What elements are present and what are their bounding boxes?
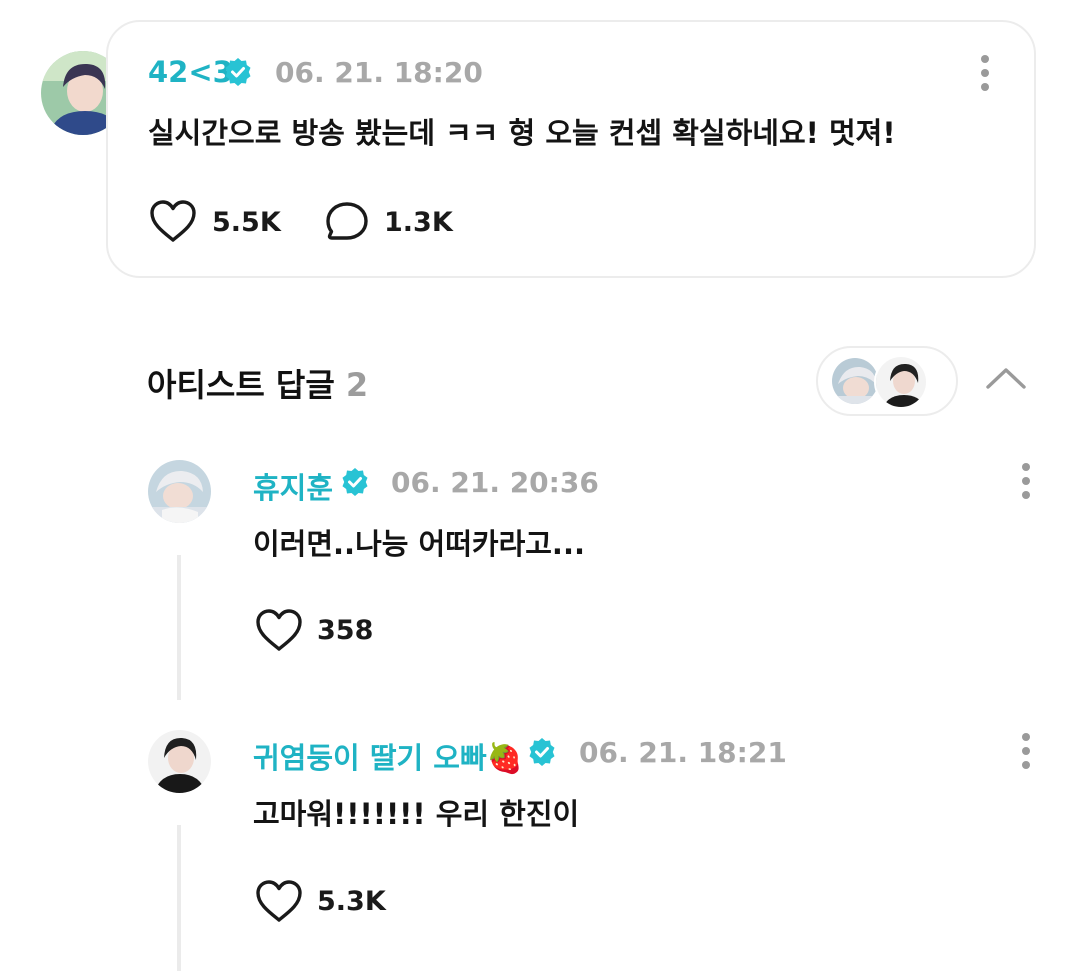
reply-author-name[interactable]: 귀염둥이 딸기 오빠🍓	[253, 735, 523, 777]
speech-bubble-icon[interactable]	[323, 199, 371, 245]
reply-author-avatar[interactable]	[148, 460, 211, 523]
artist-replies-title: 아티스트 답글	[147, 366, 335, 404]
reply-like-count: 5.3K	[317, 886, 386, 917]
post-timestamp: 06. 21. 18:20	[275, 56, 483, 89]
verified-badge-icon	[224, 58, 252, 86]
reply-author-name-text: 귀염둥이 딸기 오빠	[253, 741, 487, 775]
chevron-up-icon[interactable]	[984, 364, 1028, 392]
heart-icon[interactable]	[148, 198, 198, 244]
reply-like-count: 358	[317, 615, 374, 646]
reply-author-name[interactable]: 휴지훈	[253, 465, 333, 507]
heart-icon[interactable]	[254, 878, 304, 924]
reply-author-avatar[interactable]	[148, 730, 211, 793]
thread-line	[177, 825, 181, 971]
post-more-icon[interactable]	[975, 55, 995, 91]
artist-replies-count: 2	[345, 366, 369, 404]
post-comment-count: 1.3K	[384, 207, 453, 238]
artist-mini-avatar-1	[830, 356, 880, 406]
artist-avatars-pill[interactable]	[816, 346, 958, 416]
reply-more-icon[interactable]	[1016, 733, 1036, 769]
reply-text: 고마워!!!!!!! 우리 한진이	[253, 797, 580, 831]
artist-replies-header: 아티스트 답글 2	[147, 360, 368, 406]
heart-icon[interactable]	[254, 607, 304, 653]
reply-timestamp: 06. 21. 18:21	[579, 736, 787, 769]
artist-mini-avatar-2	[874, 355, 928, 409]
verified-badge-icon	[528, 738, 556, 766]
reply-more-icon[interactable]	[1016, 463, 1036, 499]
strawberry-icon: 🍓	[486, 741, 523, 775]
reply-timestamp: 06. 21. 20:36	[391, 466, 599, 499]
thread-line	[177, 555, 181, 700]
post-like-count: 5.5K	[212, 207, 281, 238]
reply-text: 이러면..나능 어떠카라고...	[253, 527, 585, 561]
post-author-name[interactable]: 42<3	[148, 55, 233, 89]
post-text: 실시간으로 방송 봤는데 ㅋㅋ 형 오늘 컨셉 확실하네요! 멋져!	[148, 116, 896, 150]
verified-badge-icon	[341, 468, 369, 496]
